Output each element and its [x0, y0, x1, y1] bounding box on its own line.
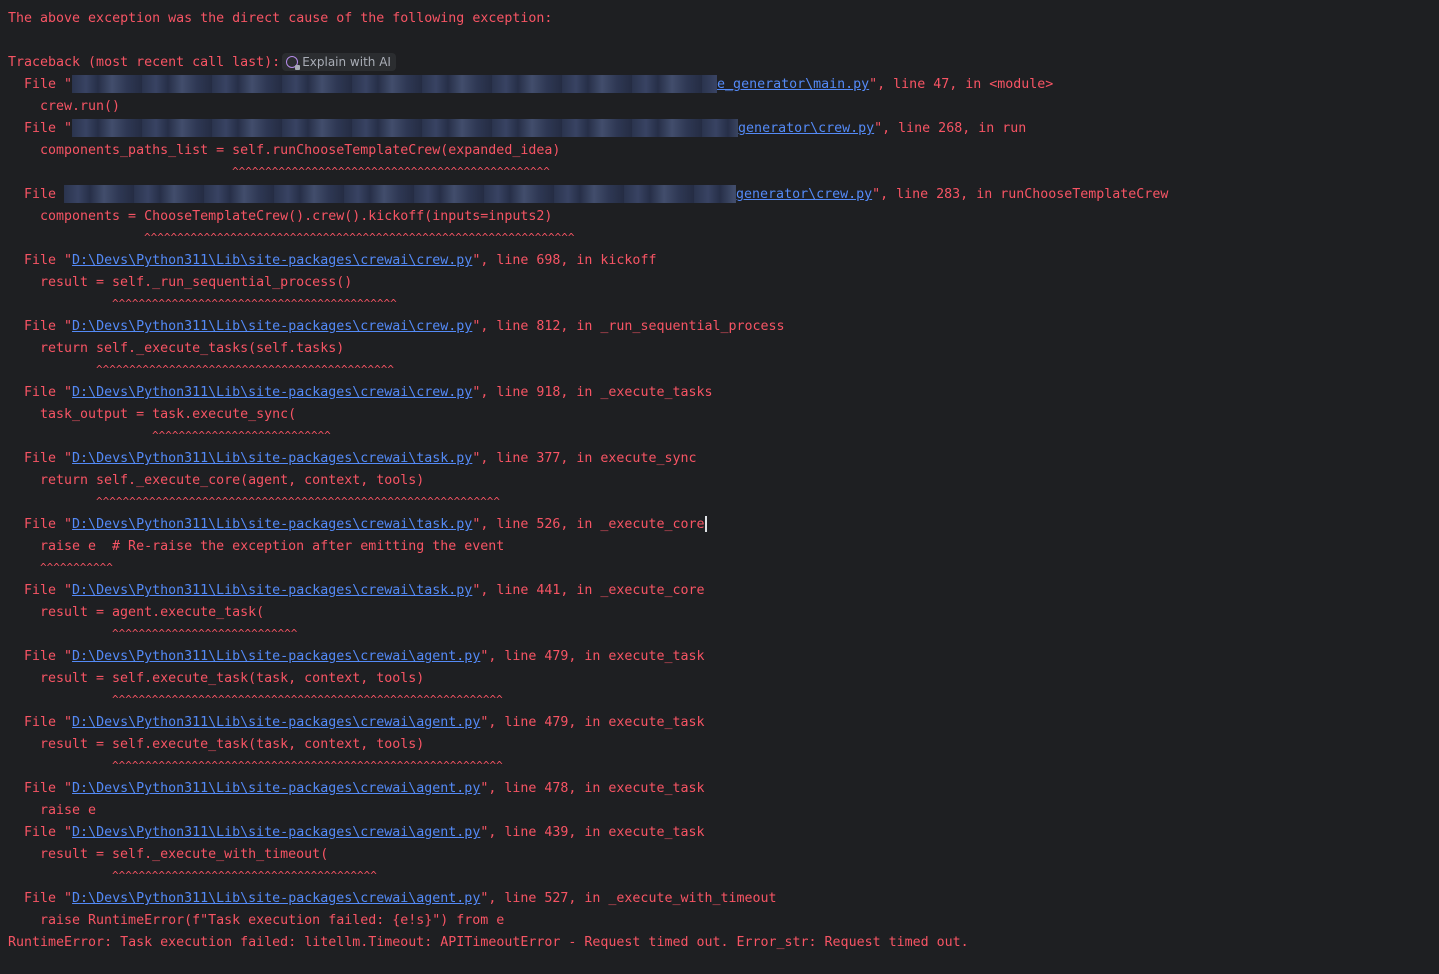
- redacted-path: [72, 75, 718, 93]
- traceback-code-line: raise RuntimeError(f"Task execution fail…: [40, 913, 505, 928]
- frame-location: ", line 439, in execute_task: [480, 825, 705, 840]
- frame-location: ", line 698, in kickoff: [472, 253, 657, 268]
- file-path-link[interactable]: e_generator\main.py: [717, 77, 869, 92]
- file-prefix: File ": [24, 825, 73, 840]
- file-prefix: File ": [24, 715, 73, 730]
- error-caret-line: ^^^^^^^^^^^^^^^^^^^^^^^^^^^^^^^^^^^^^^^^…: [144, 231, 575, 244]
- error-caret-line: ^^^^^^^^^^^^^^^^^^^^^^^^^^^^^^^^^^^^^^^^…: [232, 165, 550, 178]
- file-prefix: File ": [24, 253, 73, 268]
- error-caret-line: ^^^^^^^^^^^: [40, 561, 113, 574]
- redacted-path: [72, 119, 739, 137]
- file-path-link[interactable]: generator\crew.py: [736, 187, 872, 202]
- file-prefix: File ": [24, 781, 73, 796]
- file-prefix: File ": [24, 891, 73, 906]
- traceback-code-line: result = self._run_sequential_process(): [40, 275, 353, 290]
- traceback-frame-file: File " e_generator\main.py", line 47, in …: [0, 74, 1439, 96]
- traceback-code-line: crew.run(): [40, 99, 121, 114]
- error-caret-line: ^^^^^^^^^^^^^^^^^^^^^^^^^^^^^^^^^^^^^^^^…: [96, 495, 500, 508]
- traceback-code-line: result = self.execute_task(task, context…: [40, 671, 425, 686]
- text-cursor: [704, 516, 707, 532]
- file-path-link[interactable]: D:\Devs\Python311\Lib\site-packages\crew…: [72, 319, 472, 334]
- traceback-frame-file: File "D:\Devs\Python311\Lib\site-package…: [0, 888, 1439, 910]
- traceback-code-line: components = ChooseTemplateCrew().crew()…: [40, 209, 553, 224]
- error-caret-line: ^^^^^^^^^^^^^^^^^^^^^^^^^^^: [152, 429, 331, 442]
- traceback-code-line: return self._execute_core(agent, context…: [40, 473, 425, 488]
- frame-location: ", line 479, in execute_task: [480, 649, 705, 664]
- file-path-link[interactable]: D:\Devs\Python311\Lib\site-packages\crew…: [72, 253, 472, 268]
- frame-location: ", line 918, in _execute_tasks: [472, 385, 713, 400]
- traceback-code-line: result = self.execute_task(task, context…: [40, 737, 425, 752]
- frame-location: ", line 479, in execute_task: [480, 715, 705, 730]
- error-caret-line: ^^^^^^^^^^^^^^^^^^^^^^^^^^^^^^^^^^^^^^^^…: [112, 759, 503, 772]
- traceback-header: Traceback (most recent call last): Explai…: [0, 52, 1439, 74]
- file-prefix: File ": [24, 77, 73, 92]
- ai-sparkle-icon: [286, 56, 301, 70]
- traceback-code-line: raise e: [40, 803, 97, 818]
- file-path-link[interactable]: D:\Devs\Python311\Lib\site-packages\crew…: [72, 517, 472, 532]
- traceback-frame-file: File "D:\Devs\Python311\Lib\site-package…: [0, 822, 1439, 844]
- frame-location: ", line 478, in execute_task: [480, 781, 705, 796]
- frame-location: ", line 377, in execute_sync: [472, 451, 697, 466]
- traceback-frame-file: File "D:\Devs\Python311\Lib\site-package…: [0, 448, 1439, 470]
- error-caret-line: ^^^^^^^^^^^^^^^^^^^^^^^^^^^^^^^^^^^^^^^^…: [96, 363, 395, 376]
- file-prefix: File ": [24, 517, 73, 532]
- error-caret-line: ^^^^^^^^^^^^^^^^^^^^^^^^^^^^: [112, 627, 298, 640]
- frame-location: ", line 527, in _execute_with_timeout: [480, 891, 777, 906]
- traceback-frame-file: File generator\crew.py", line 283, in ru…: [0, 184, 1439, 206]
- file-prefix: File ": [24, 385, 73, 400]
- error-caret-line: ^^^^^^^^^^^^^^^^^^^^^^^^^^^^^^^^^^^^^^^^…: [112, 297, 397, 310]
- frame-location: ", line 441, in _execute_core: [472, 583, 705, 598]
- frame-location: ", line 526, in _execute_core: [472, 517, 705, 532]
- traceback-frame-file: File "D:\Devs\Python311\Lib\site-package…: [0, 382, 1439, 404]
- final-error-message: RuntimeError: Task execution failed: lit…: [8, 935, 969, 950]
- file-path-link[interactable]: D:\Devs\Python311\Lib\site-packages\crew…: [72, 781, 480, 796]
- file-path-link[interactable]: D:\Devs\Python311\Lib\site-packages\crew…: [72, 891, 480, 906]
- explain-with-ai-label: Explain with AI: [302, 55, 391, 69]
- frame-location: ", line 812, in _run_sequential_process: [472, 319, 785, 334]
- traceback-frame-file: File "D:\Devs\Python311\Lib\site-package…: [0, 580, 1439, 602]
- traceback-frame-file: File "D:\Devs\Python311\Lib\site-package…: [0, 778, 1439, 800]
- file-path-link[interactable]: D:\Devs\Python311\Lib\site-packages\crew…: [72, 385, 472, 400]
- file-prefix: File: [24, 187, 65, 202]
- file-path-link[interactable]: D:\Devs\Python311\Lib\site-packages\crew…: [72, 451, 472, 466]
- file-path-link[interactable]: D:\Devs\Python311\Lib\site-packages\crew…: [72, 715, 480, 730]
- traceback-frame-file: File "D:\Devs\Python311\Lib\site-package…: [0, 514, 1439, 536]
- frame-location: ", line 268, in run: [874, 121, 1027, 136]
- redacted-path: [64, 185, 737, 203]
- frame-location: ", line 47, in <module>: [869, 77, 1054, 92]
- error-caret-line: ^^^^^^^^^^^^^^^^^^^^^^^^^^^^^^^^^^^^^^^^…: [112, 693, 503, 706]
- traceback-label: Traceback (most recent call last):: [8, 55, 281, 70]
- file-path-link[interactable]: D:\Devs\Python311\Lib\site-packages\crew…: [72, 825, 480, 840]
- file-path-link[interactable]: D:\Devs\Python311\Lib\site-packages\crew…: [72, 649, 480, 664]
- traceback-frame-file: File " generator\crew.py", line 268, in r…: [0, 118, 1439, 140]
- traceback-frame-file: File "D:\Devs\Python311\Lib\site-package…: [0, 316, 1439, 338]
- traceback-frame-file: File "D:\Devs\Python311\Lib\site-package…: [0, 712, 1439, 734]
- frame-location: ", line 283, in runChooseTemplateCrew: [872, 187, 1169, 202]
- file-prefix: File ": [24, 319, 73, 334]
- file-path-link[interactable]: D:\Devs\Python311\Lib\site-packages\crew…: [72, 583, 472, 598]
- traceback-code-line: task_output = task.execute_sync(: [40, 407, 297, 422]
- error-caret-line: ^^^^^^^^^^^^^^^^^^^^^^^^^^^^^^^^^^^^^^^^: [112, 869, 377, 882]
- traceback-code-line: raise e # Re-raise the exception after e…: [40, 539, 505, 554]
- file-prefix: File ": [24, 451, 73, 466]
- console-output: The above exception was the direct cause…: [0, 0, 1439, 974]
- traceback-code-line: components_paths_list = self.runChooseTe…: [40, 143, 561, 158]
- traceback-code-line: result = self._execute_with_timeout(: [40, 847, 329, 862]
- traceback-code-line: return self._execute_tasks(self.tasks): [40, 341, 345, 356]
- explain-with-ai-button[interactable]: Explain with AI: [282, 53, 396, 71]
- file-path-link[interactable]: generator\crew.py: [738, 121, 874, 136]
- file-prefix: File ": [24, 649, 73, 664]
- traceback-frame-file: File "D:\Devs\Python311\Lib\site-package…: [0, 250, 1439, 272]
- traceback-code-line: result = agent.execute_task(: [40, 605, 265, 620]
- file-prefix: File ": [24, 121, 73, 136]
- direct-cause-message: The above exception was the direct cause…: [8, 11, 553, 26]
- file-prefix: File ": [24, 583, 73, 598]
- traceback-frame-file: File "D:\Devs\Python311\Lib\site-package…: [0, 646, 1439, 668]
